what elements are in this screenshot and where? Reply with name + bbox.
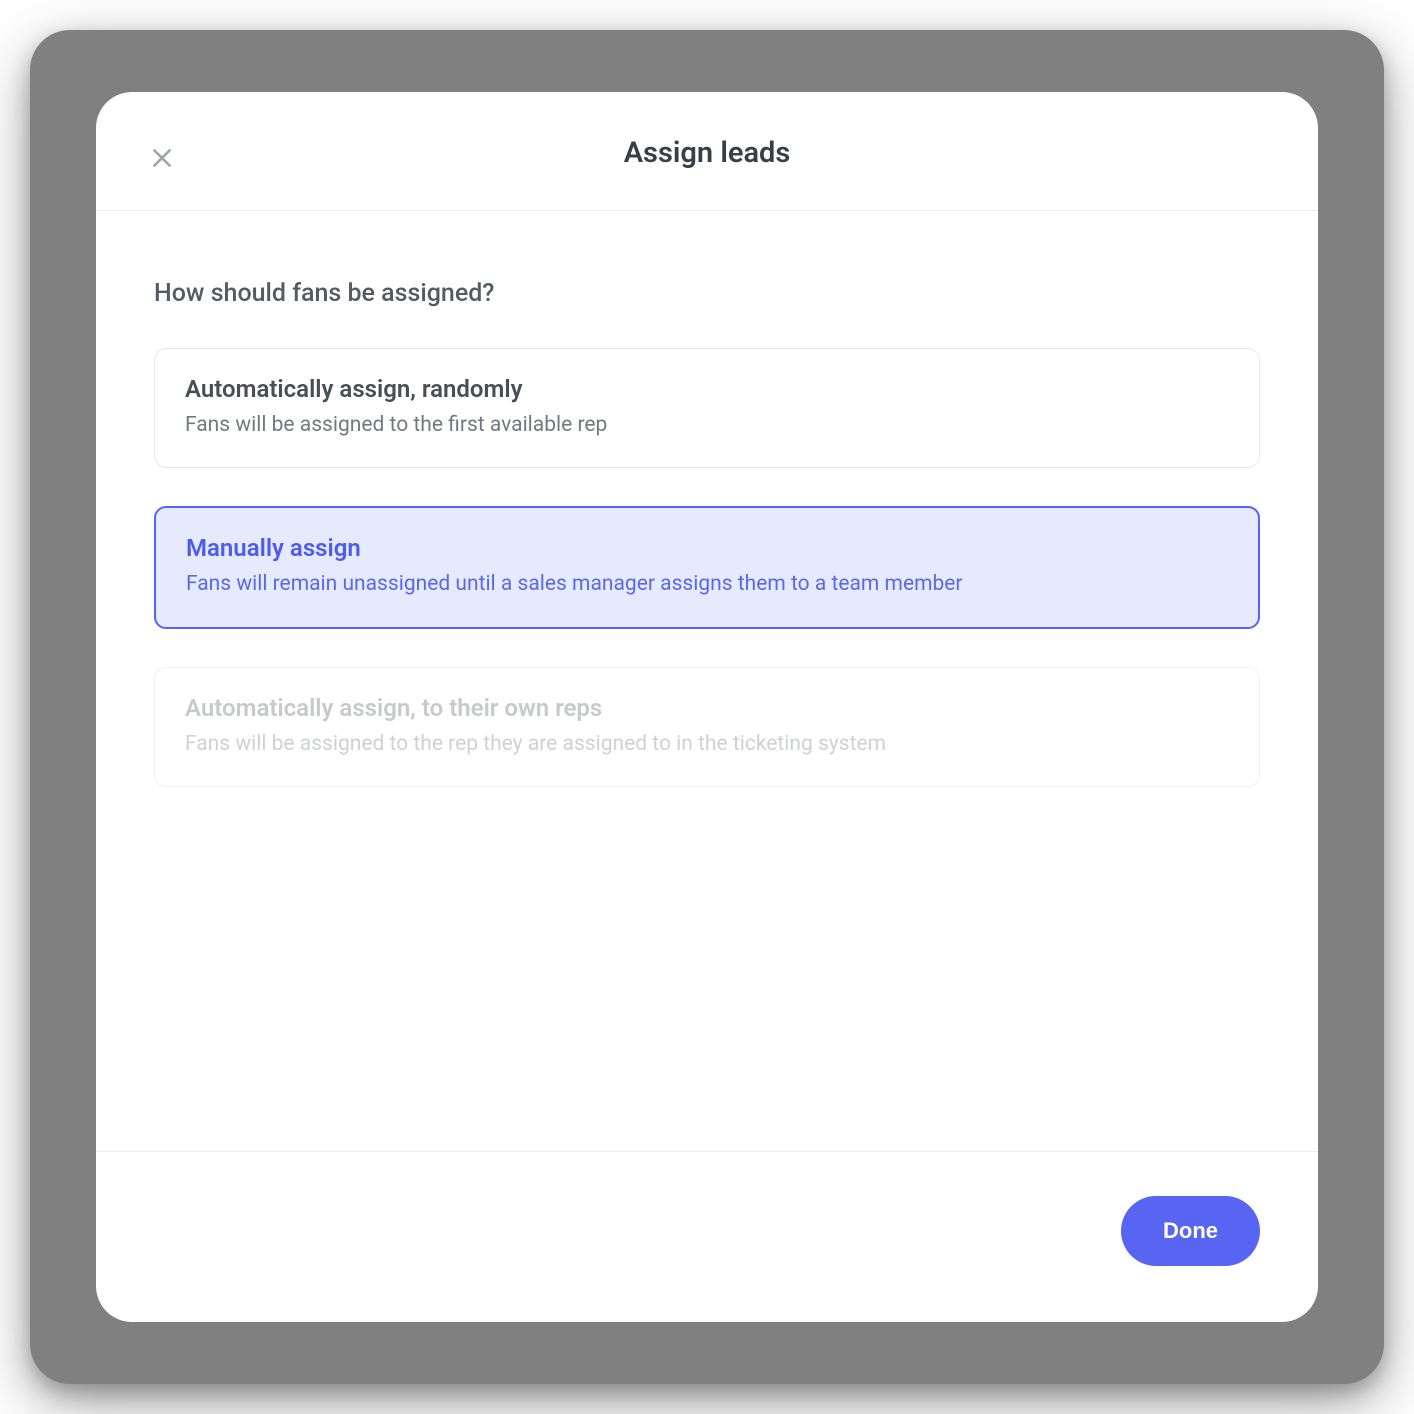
option-title: Manually assign — [186, 534, 1228, 562]
done-button[interactable]: Done — [1121, 1196, 1260, 1266]
close-icon — [149, 145, 175, 171]
option-title: Automatically assign, randomly — [185, 375, 1229, 403]
assign-leads-dialog: Assign leads How should fans be assigned… — [96, 92, 1318, 1322]
question-label: How should fans be assigned? — [154, 279, 1260, 308]
dialog-header: Assign leads — [96, 92, 1318, 211]
option-auto-random[interactable]: Automatically assign, randomly Fans will… — [154, 348, 1260, 468]
dialog-title: Assign leads — [624, 136, 791, 170]
option-auto-own-reps: Automatically assign, to their own reps … — [154, 667, 1260, 787]
dialog-body: How should fans be assigned? Automatical… — [96, 211, 1318, 1151]
option-desc: Fans will be assigned to the first avail… — [185, 411, 1229, 439]
option-manual[interactable]: Manually assign Fans will remain unassig… — [154, 506, 1260, 628]
dialog-footer: Done — [96, 1151, 1318, 1322]
option-desc: Fans will be assigned to the rep they ar… — [185, 730, 1229, 758]
option-title: Automatically assign, to their own reps — [185, 694, 1229, 722]
close-button[interactable] — [148, 144, 176, 172]
option-desc: Fans will remain unassigned until a sale… — [186, 570, 1228, 598]
